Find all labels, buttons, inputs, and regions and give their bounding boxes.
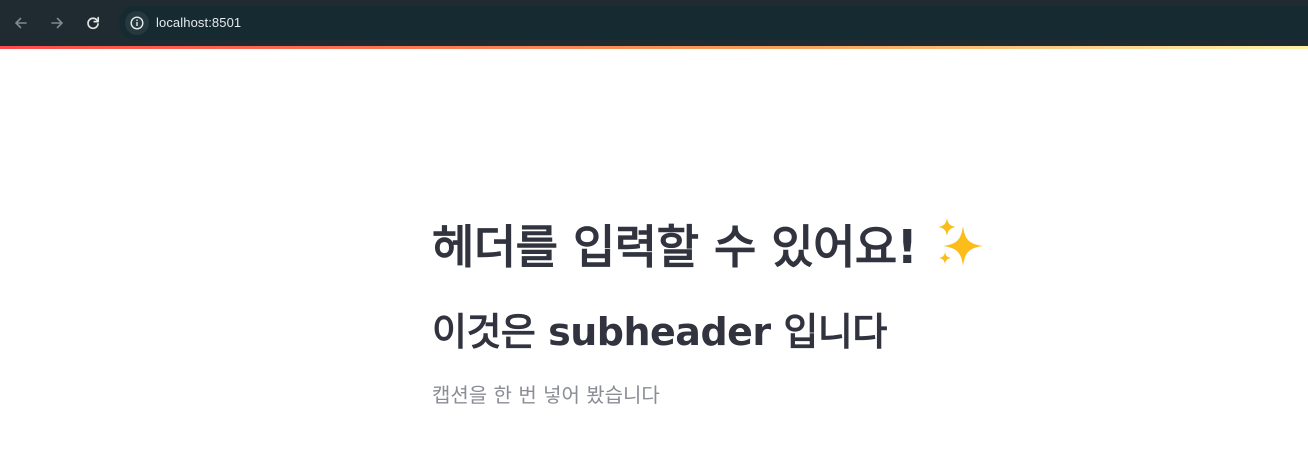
back-button[interactable] — [9, 11, 33, 35]
address-bar[interactable]: localhost:8501 — [119, 6, 1308, 40]
arrow-left-icon — [15, 17, 27, 29]
browser-toolbar: localhost:8501 — [0, 0, 1308, 46]
page-header: 헤더를 입력할 수 있어요! — [432, 220, 918, 274]
header-row: 헤더를 입력할 수 있어요! — [432, 209, 1192, 279]
page-subheader: 이것은 subheader 입니다 — [432, 310, 887, 354]
info-circle-icon — [130, 16, 144, 30]
arrow-right-icon — [51, 17, 63, 29]
sparkles-icon — [938, 218, 984, 266]
app-main-content: 헤더를 입력할 수 있어요! 이것은 subheader 입니다 캡션을 한 번… — [432, 209, 1192, 408]
app-accent-bar — [0, 46, 1308, 49]
page-caption: 캡션을 한 번 넣어 봤습니다 — [432, 383, 660, 407]
url-text[interactable]: localhost:8501 — [156, 6, 241, 40]
reload-icon — [87, 16, 100, 30]
reload-button[interactable] — [81, 11, 105, 35]
forward-button[interactable] — [45, 11, 69, 35]
site-info-button[interactable] — [125, 11, 149, 35]
